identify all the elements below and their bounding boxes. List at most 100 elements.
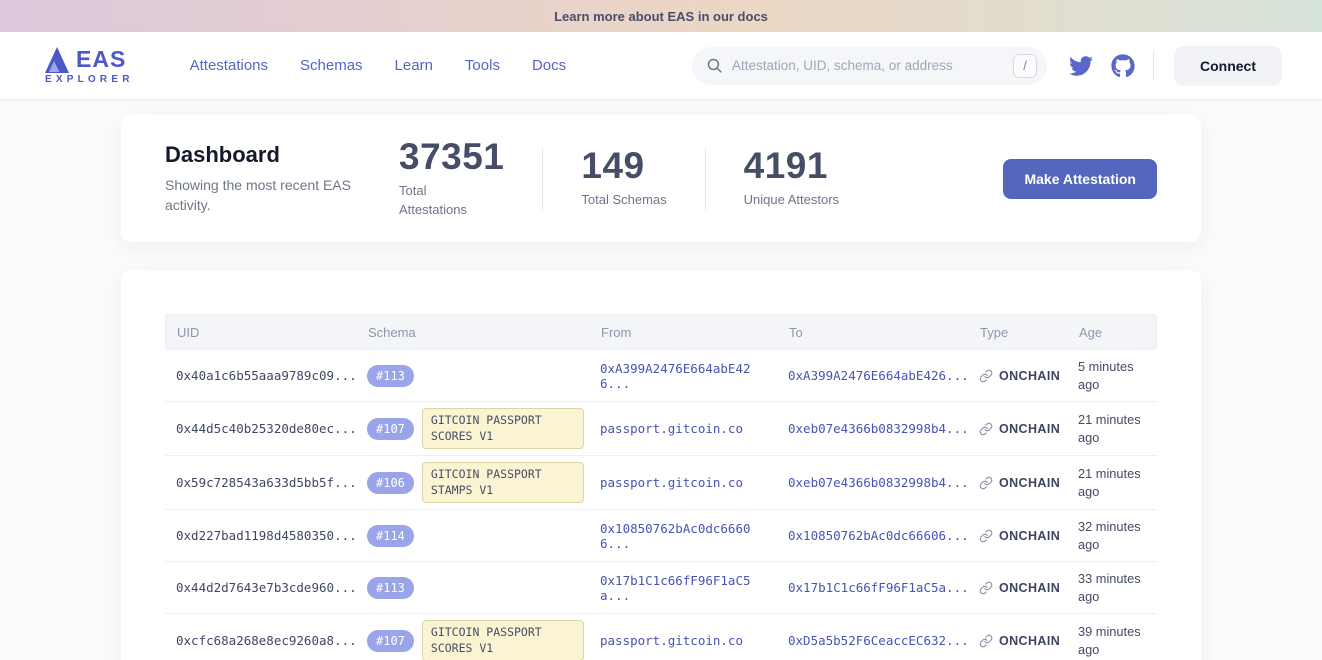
- schema-id-badge[interactable]: #107: [367, 418, 414, 440]
- to-link[interactable]: 0xD5a5b52F6CeaccEC632...: [788, 633, 979, 648]
- search-input[interactable]: [732, 58, 1013, 73]
- schema-cell: #107 GITCOIN PASSPORT SCORES V1: [367, 408, 600, 449]
- schema-name-badge[interactable]: GITCOIN PASSPORT STAMPS V1: [422, 462, 584, 503]
- schema-id-badge[interactable]: #113: [367, 365, 414, 387]
- banner-docs-link[interactable]: Learn more about EAS in our docs: [554, 9, 768, 24]
- github-icon[interactable]: [1111, 54, 1135, 78]
- table-row: 0xd227bad1198d4580350... #114 0x10850762…: [165, 510, 1157, 562]
- to-link[interactable]: 0xeb07e4366b0832998b4...: [788, 475, 979, 490]
- nav-tools[interactable]: Tools: [465, 57, 500, 74]
- stats-row: 37351 Total Attestations 149 Total Schem…: [399, 138, 839, 218]
- link-icon: [979, 422, 993, 436]
- table-header: UID Schema From To Type Age: [165, 314, 1157, 350]
- link-icon: [979, 581, 993, 595]
- site-header: EAS EXPLORER Attestations Schemas Learn …: [0, 32, 1322, 100]
- schema-id-badge[interactable]: #107: [367, 630, 414, 652]
- search-icon: [706, 57, 723, 74]
- schema-id-badge[interactable]: #114: [367, 525, 414, 547]
- search-box[interactable]: /: [692, 47, 1047, 85]
- stat-total-schemas: 149 Total Schemas: [581, 147, 666, 209]
- schema-cell: #107 GITCOIN PASSPORT SCORES V1: [367, 620, 600, 660]
- to-link[interactable]: 0x17b1C1c66fF96F1aC5a...: [788, 580, 979, 595]
- link-icon: [979, 634, 993, 648]
- table-row: 0x44d2d7643e7b3cde960... #113 0x17b1C1c6…: [165, 562, 1157, 614]
- uid-link[interactable]: 0xd227bad1198d4580350...: [176, 528, 367, 543]
- from-link[interactable]: 0xA399A2476E664abE426...: [600, 361, 788, 391]
- link-icon: [979, 476, 993, 490]
- slash-shortcut-badge: /: [1013, 54, 1037, 78]
- schema-cell: #114: [367, 525, 600, 547]
- type-label: ONCHAIN: [999, 581, 1060, 595]
- eas-triangle-icon: [45, 47, 69, 73]
- col-from: From: [601, 325, 789, 340]
- page-subtitle: Showing the most recent EAS activity.: [165, 175, 361, 216]
- to-link[interactable]: 0x10850762bAc0dc66606...: [788, 528, 979, 543]
- age-cell: 21 minutes ago: [1078, 411, 1157, 446]
- stat-label: Unique Attestors: [744, 191, 839, 209]
- to-link[interactable]: 0xeb07e4366b0832998b4...: [788, 421, 979, 436]
- stat-value: 149: [581, 147, 666, 184]
- col-age: Age: [1079, 325, 1156, 340]
- stat-unique-attestors: 4191 Unique Attestors: [744, 147, 839, 209]
- uid-link[interactable]: 0x44d2d7643e7b3cde960...: [176, 580, 367, 595]
- eas-logo[interactable]: EAS EXPLORER: [45, 46, 134, 85]
- type-cell: ONCHAIN: [979, 476, 1078, 490]
- to-link[interactable]: 0xA399A2476E664abE426...: [788, 368, 979, 383]
- stat-divider: [705, 147, 706, 211]
- stat-label: Total Attestations: [399, 182, 487, 218]
- header-divider: [1153, 51, 1154, 81]
- nav-schemas[interactable]: Schemas: [300, 57, 363, 74]
- uid-link[interactable]: 0xcfc68a268e8ec9260a8...: [176, 633, 367, 648]
- twitter-icon[interactable]: [1069, 54, 1093, 78]
- from-link[interactable]: passport.gitcoin.co: [600, 475, 788, 490]
- from-link[interactable]: 0x17b1C1c66fF96F1aC5a...: [600, 573, 788, 603]
- schema-id-badge[interactable]: #106: [367, 472, 414, 494]
- type-label: ONCHAIN: [999, 476, 1060, 490]
- age-cell: 39 minutes ago: [1078, 623, 1157, 658]
- type-label: ONCHAIN: [999, 634, 1060, 648]
- age-cell: 5 minutes ago: [1078, 358, 1157, 393]
- table-row: 0x40a1c6b55aaa9789c09... #113 0xA399A247…: [165, 350, 1157, 402]
- link-icon: [979, 529, 993, 543]
- type-label: ONCHAIN: [999, 529, 1060, 543]
- from-link[interactable]: passport.gitcoin.co: [600, 421, 788, 436]
- col-schema: Schema: [368, 325, 601, 340]
- age-cell: 21 minutes ago: [1078, 465, 1157, 500]
- uid-link[interactable]: 0x59c728543a633d5bb5f...: [176, 475, 367, 490]
- type-label: ONCHAIN: [999, 422, 1060, 436]
- stat-value: 37351: [399, 138, 504, 175]
- schema-name-badge[interactable]: GITCOIN PASSPORT SCORES V1: [422, 408, 584, 449]
- uid-link[interactable]: 0x44d5c40b25320de80ec...: [176, 421, 367, 436]
- make-attestation-button[interactable]: Make Attestation: [1003, 159, 1157, 199]
- nav-attestations[interactable]: Attestations: [190, 57, 268, 74]
- main-nav: Attestations Schemas Learn Tools Docs: [190, 57, 567, 74]
- recent-activity-card: UID Schema From To Type Age 0x40a1c6b55a…: [121, 270, 1201, 660]
- announcement-banner: Learn more about EAS in our docs: [0, 0, 1322, 32]
- table-row: 0xcfc68a268e8ec9260a8... #107 GITCOIN PA…: [165, 614, 1157, 660]
- uid-link[interactable]: 0x40a1c6b55aaa9789c09...: [176, 368, 367, 383]
- schema-cell: #106 GITCOIN PASSPORT STAMPS V1: [367, 462, 600, 503]
- type-cell: ONCHAIN: [979, 529, 1078, 543]
- connect-wallet-button[interactable]: Connect: [1174, 46, 1282, 86]
- age-cell: 32 minutes ago: [1078, 518, 1157, 553]
- type-cell: ONCHAIN: [979, 422, 1078, 436]
- nav-docs[interactable]: Docs: [532, 57, 566, 74]
- table-row: 0x59c728543a633d5bb5f... #106 GITCOIN PA…: [165, 456, 1157, 510]
- from-link[interactable]: 0x10850762bAc0dc66606...: [600, 521, 788, 551]
- logo-subtitle: EXPLORER: [45, 74, 134, 85]
- schema-name-badge[interactable]: GITCOIN PASSPORT SCORES V1: [422, 620, 584, 660]
- from-link[interactable]: passport.gitcoin.co: [600, 633, 788, 648]
- type-cell: ONCHAIN: [979, 581, 1078, 595]
- type-label: ONCHAIN: [999, 369, 1060, 383]
- logo-title: EAS: [76, 46, 126, 73]
- stat-total-attestations: 37351 Total Attestations: [399, 138, 504, 218]
- type-cell: ONCHAIN: [979, 369, 1078, 383]
- age-cell: 33 minutes ago: [1078, 570, 1157, 605]
- schema-id-badge[interactable]: #113: [367, 577, 414, 599]
- stat-value: 4191: [744, 147, 839, 184]
- dashboard-card: Dashboard Showing the most recent EAS ac…: [121, 115, 1201, 242]
- schema-cell: #113: [367, 365, 600, 387]
- col-type: Type: [980, 325, 1079, 340]
- nav-learn[interactable]: Learn: [395, 57, 433, 74]
- stat-divider: [542, 147, 543, 211]
